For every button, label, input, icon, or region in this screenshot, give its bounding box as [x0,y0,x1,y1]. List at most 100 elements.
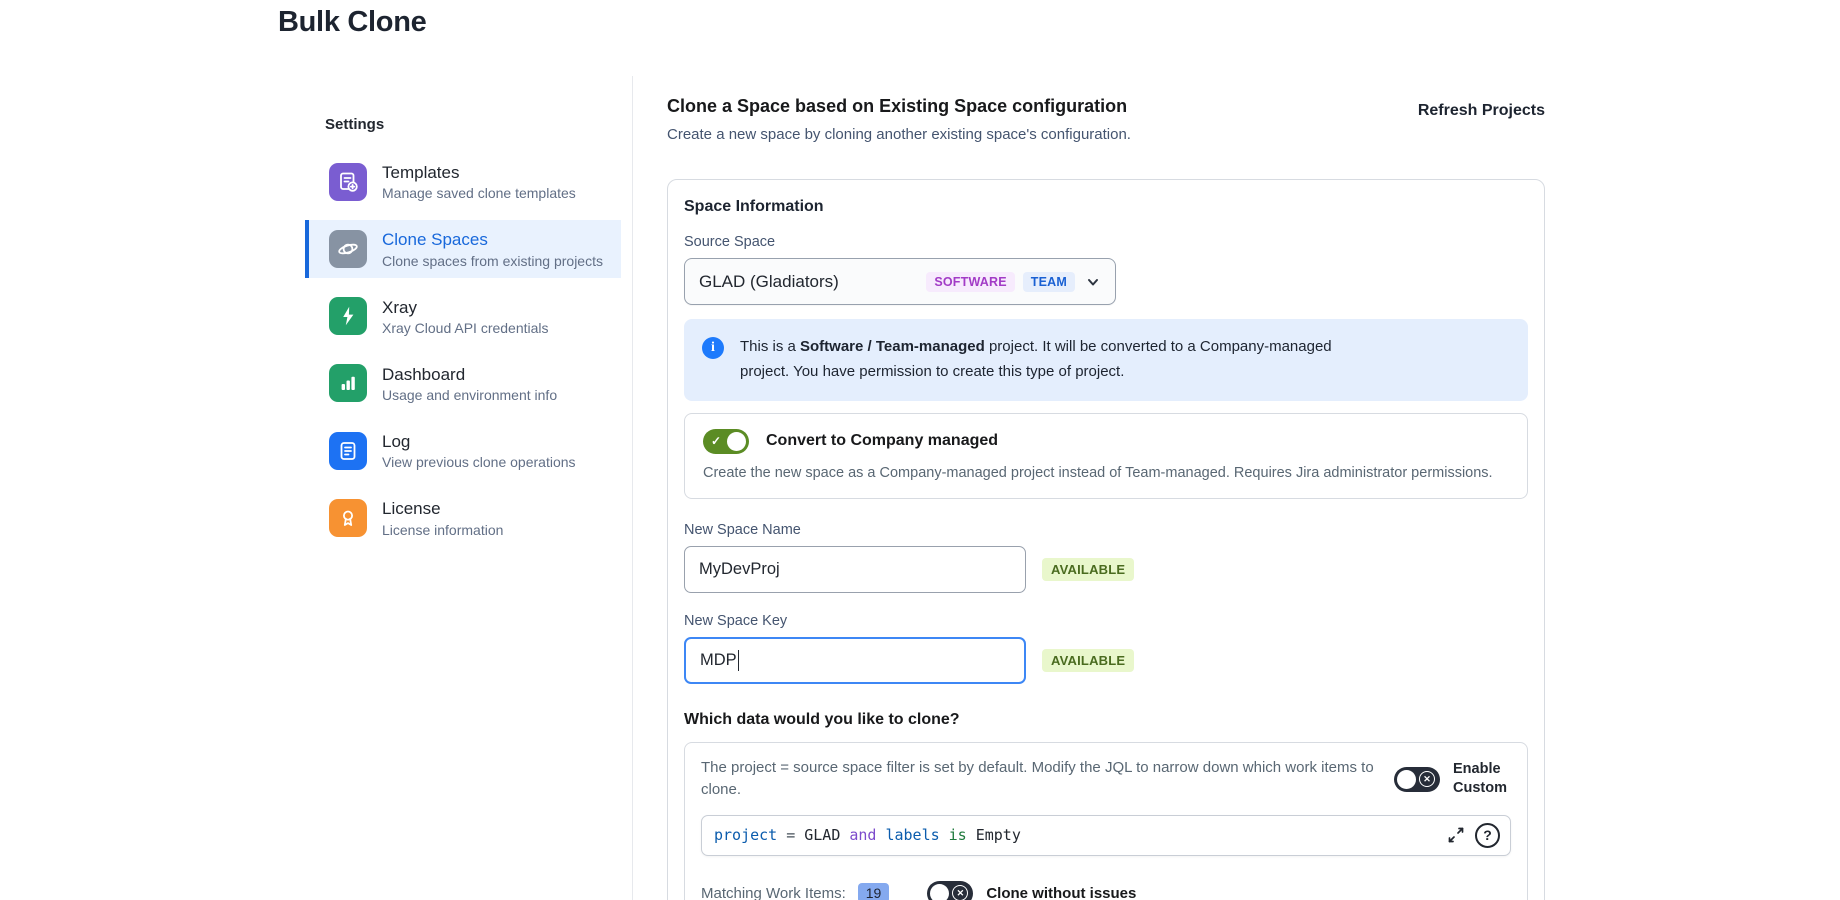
sidebar-item-desc: Xray Cloud API credentials [382,319,549,336]
matching-items-label: Matching Work Items: [701,884,846,900]
jql-token: is [948,826,967,844]
templates-icon [329,162,367,201]
settings-sidebar: Settings Templates Manage saved clone te [305,116,621,547]
clone-without-issues-label: Clone without issues [986,884,1137,900]
sidebar-item-text: Log View previous clone operations [382,431,576,470]
jql-query: project = GLAD and labels is Empty [714,826,1446,844]
license-icon [329,498,367,537]
sidebar-heading: Settings [325,116,385,133]
page-title: Bulk Clone [278,6,427,38]
clone-spaces-icon [329,229,367,268]
dashboard-icon [329,364,367,403]
panel-header: Clone a Space based on Existing Space co… [667,96,1545,143]
jql-input[interactable]: project = GLAD and labels is Empty ? [701,814,1511,856]
sidebar-item-clone-spaces[interactable]: Clone Spaces Clone spaces from existing … [305,220,621,278]
convert-toggle-desc: Create the new space as a Company-manage… [703,464,1493,481]
sidebar-item-license[interactable]: License License information [305,489,621,546]
convert-to-company-card: ✓ Convert to Company managed Create the … [684,412,1528,499]
jql-token: labels [885,826,940,844]
source-space-value: GLAD (Gladiators) [699,271,839,291]
enable-custom-wrap: ✕ Enable Custom [1394,757,1511,802]
info-text-prefix: This is a [740,338,801,355]
name-status-badge: AVAILABLE [1042,557,1135,581]
panel-title: Clone a Space based on Existing Space co… [667,96,1128,116]
sidebar-item-templates[interactable]: Templates Manage saved clone templates [305,153,621,210]
enable-custom-toggle[interactable]: ✕ [1394,766,1441,792]
sidebar-divider [632,76,633,900]
chevron-down-icon [1085,274,1101,290]
new-space-key-row: MDP AVAILABLE [684,636,1528,684]
x-icon: ✕ [952,885,969,900]
sidebar-item-log[interactable]: Log View previous clone operations [305,422,621,479]
expand-jql-icon[interactable] [1446,825,1466,845]
sidebar-item-desc: Manage saved clone templates [382,185,576,202]
sidebar-item-text: License License information [382,498,503,537]
sidebar-item-desc: License information [382,521,504,538]
new-space-name-label: New Space Name [684,521,801,538]
sidebar-item-label: Dashboard [382,364,466,384]
new-space-key-input[interactable]: MDP [684,636,1026,684]
software-badge: SOFTWARE [926,271,1015,292]
sidebar-item-desc: Usage and environment info [382,387,558,403]
sidebar-item-desc: Clone spaces from existing projects [382,252,603,269]
sidebar-item-text: Templates Manage saved clone templates [382,162,576,201]
log-icon [329,431,367,470]
filter-note: The project = source space filter is set… [701,758,1374,799]
jql-token: GLAD [804,826,841,844]
panel-header-text: Clone a Space based on Existing Space co… [667,96,1131,143]
sidebar-item-text: Xray Xray Cloud API credentials [382,297,549,336]
sidebar-items: Templates Manage saved clone templates C… [305,153,621,547]
clone-data-title: Which data would you like to clone? [684,710,960,728]
toggle-knob [727,431,746,451]
x-icon: ✕ [1419,771,1436,787]
source-space-select[interactable]: GLAD (Gladiators) SOFTWARE TEAM [684,258,1116,305]
info-text-bold: Software / Team-managed [800,338,985,355]
check-icon: ✓ [711,434,722,448]
jql-token: and [849,826,877,844]
enable-custom-line2: Custom [1453,780,1507,796]
convert-toggle[interactable]: ✓ [703,428,749,454]
sidebar-item-label: Templates [382,163,460,182]
source-space-label: Source Space [684,234,776,250]
matching-count-badge: 19 [857,883,890,900]
enable-custom-line1: Enable [1453,761,1501,778]
jql-filter-card: The project = source space filter is set… [684,741,1528,900]
sidebar-item-text: Clone Spaces Clone spaces from existing … [382,229,603,268]
clone-space-panel: Clone a Space based on Existing Space co… [667,96,1545,900]
jql-token: = [786,826,796,844]
xray-icon [329,297,367,336]
sidebar-item-label: Clone Spaces [382,230,488,250]
panel-subtitle: Create a new space by cloning another ex… [667,126,1131,143]
jql-token: project [714,826,778,844]
filter-top-row: The project = source space filter is set… [701,757,1511,802]
sidebar-item-dashboard[interactable]: Dashboard Usage and environment info [305,355,621,412]
toggle-knob [1397,769,1417,789]
convert-toggle-row: ✓ Convert to Company managed [703,428,1509,454]
refresh-projects-button[interactable]: Refresh Projects [1418,96,1545,120]
key-status-badge: AVAILABLE [1042,648,1135,672]
matching-items-row: Matching Work Items: 19 ✕ Clone without … [701,880,1511,900]
clone-without-issues-toggle[interactable]: ✕ [927,880,974,900]
sidebar-item-label: Xray [382,297,417,317]
sidebar-item-desc: View previous clone operations [382,454,576,471]
sidebar-item-xray[interactable]: Xray Xray Cloud API credentials [305,288,621,345]
convert-toggle-label: Convert to Company managed [766,432,999,449]
new-space-name-row: MyDevProj AVAILABLE [684,545,1528,593]
new-space-name-value: MyDevProj [699,559,780,578]
new-space-name-input[interactable]: MyDevProj [684,545,1026,593]
new-space-key-value: MDP [700,650,737,669]
enable-custom-label: Enable Custom [1453,760,1507,798]
text-cursor [737,649,740,671]
info-icon: i [702,337,724,359]
info-banner-text: This is a Software / Team-managed projec… [740,335,1380,385]
toggle-knob [930,883,950,900]
sidebar-item-label: License [382,499,441,519]
sidebar-item-label: Log [382,432,411,451]
sidebar-item-text: Dashboard Usage and environment info [382,364,557,403]
jql-help-icon[interactable]: ? [1475,822,1500,848]
space-information-title: Space Information [684,198,824,215]
project-type-info-banner: i This is a Software / Team-managed proj… [684,319,1528,401]
jql-token: Empty [975,826,1021,844]
new-space-key-label: New Space Key [684,612,788,629]
team-badge: TEAM [1022,271,1075,292]
